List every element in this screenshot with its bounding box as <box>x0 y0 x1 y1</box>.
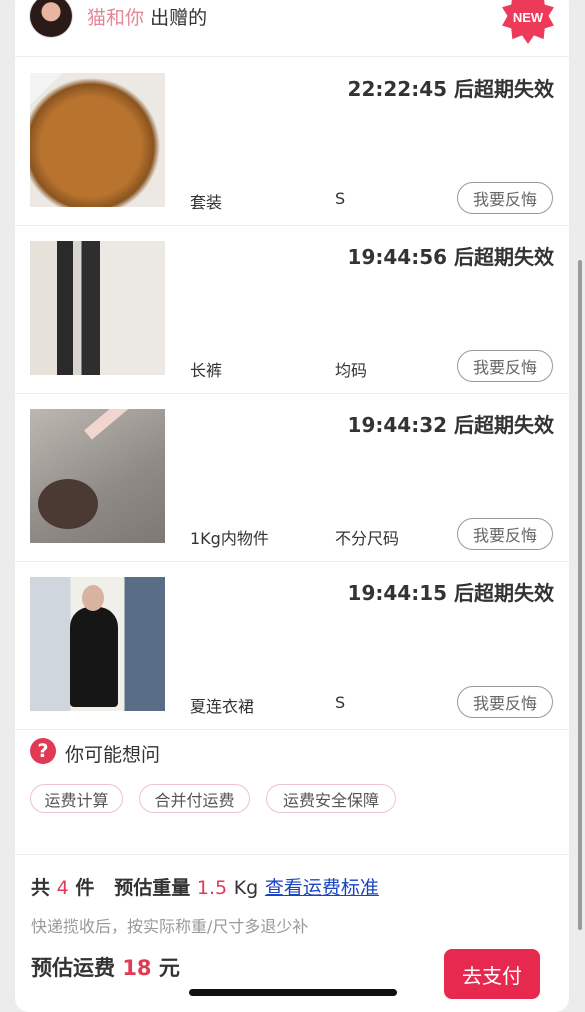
regret-button[interactable]: 我要反悔 <box>457 518 553 550</box>
item-thumbnail[interactable] <box>30 409 165 543</box>
home-indicator[interactable] <box>189 989 397 996</box>
scrollbar[interactable] <box>578 260 582 930</box>
item-category: 套装 <box>190 193 223 212</box>
gifter-line: 猫和你 出赠的 <box>87 3 207 30</box>
gifter-suffix: 出赠的 <box>150 7 208 29</box>
regret-button[interactable]: 我要反悔 <box>457 686 553 718</box>
estimated-fee: 预估运费 18 元 <box>31 952 180 982</box>
gift-item[interactable]: 19:44:56 后超期失效 长裤 均码 我要反悔 <box>15 225 569 394</box>
expiry-timer: 19:44:32 后超期失效 <box>347 413 554 437</box>
expiry-timer: 19:44:15 后超期失效 <box>347 581 554 605</box>
weight-value: 1.5 <box>196 877 228 899</box>
gift-header: 猫和你 出赠的 NEW <box>15 0 569 57</box>
fee-label: 预估运费 <box>31 956 115 980</box>
item-size: 不分尺码 <box>335 529 400 548</box>
fee-value: 18 <box>122 956 152 980</box>
faq-chip-shipping-calc[interactable]: 运费计算 <box>30 784 123 813</box>
item-size: S <box>335 189 346 208</box>
item-thumbnail[interactable] <box>30 577 165 711</box>
item-category: 夏连衣裙 <box>190 697 255 716</box>
weight-label: 预估重量 <box>114 877 191 899</box>
avatar[interactable] <box>30 0 72 37</box>
item-size: S <box>335 693 346 712</box>
item-thumbnail[interactable] <box>30 73 165 207</box>
gift-item[interactable]: 22:22:45 后超期失效 套装 S 我要反悔 <box>15 57 569 226</box>
refund-note: 快递揽收后，按实际称重/尺寸多退少补 <box>31 917 309 936</box>
regret-button[interactable]: 我要反悔 <box>457 182 553 214</box>
faq-chip-combine-shipping[interactable]: 合并付运费 <box>139 784 250 813</box>
faq-chip-shipping-guarantee[interactable]: 运费安全保障 <box>266 784 396 813</box>
count-prefix: 共 <box>31 877 51 899</box>
gift-card: 猫和你 出赠的 NEW 22:22:45 后超期失效 套装 S 我要反悔 19:… <box>15 0 569 1012</box>
regret-button[interactable]: 我要反悔 <box>457 350 553 382</box>
pay-button[interactable]: 去支付 <box>444 949 540 999</box>
weight-unit: Kg <box>233 877 259 899</box>
expiry-timer: 19:44:56 后超期失效 <box>347 245 554 269</box>
item-category: 1Kg内物件 <box>190 529 269 548</box>
new-badge-label: NEW <box>512 9 544 25</box>
gift-item[interactable]: 19:44:15 后超期失效 夏连衣裙 S 我要反悔 <box>15 561 569 730</box>
gifter-name[interactable]: 猫和你 <box>87 7 144 29</box>
count-suffix: 件 <box>75 877 95 899</box>
order-summary: 共 4 件 预估重量 1.5 Kg 查看运费标准 <box>31 873 379 900</box>
gift-item[interactable]: 19:44:32 后超期失效 1Kg内物件 不分尺码 我要反悔 <box>15 393 569 562</box>
faq-title: 你可能想问 <box>65 744 161 766</box>
item-thumbnail[interactable] <box>30 241 165 375</box>
shipping-standard-link[interactable]: 查看运费标准 <box>265 877 379 899</box>
question-icon: ? <box>30 738 56 764</box>
item-size: 均码 <box>335 361 368 380</box>
item-count: 4 <box>56 877 69 899</box>
new-badge: NEW <box>502 0 554 44</box>
fee-unit: 元 <box>158 956 180 980</box>
expiry-timer: 22:22:45 后超期失效 <box>347 77 554 101</box>
item-category: 长裤 <box>190 361 223 380</box>
divider <box>15 854 569 855</box>
